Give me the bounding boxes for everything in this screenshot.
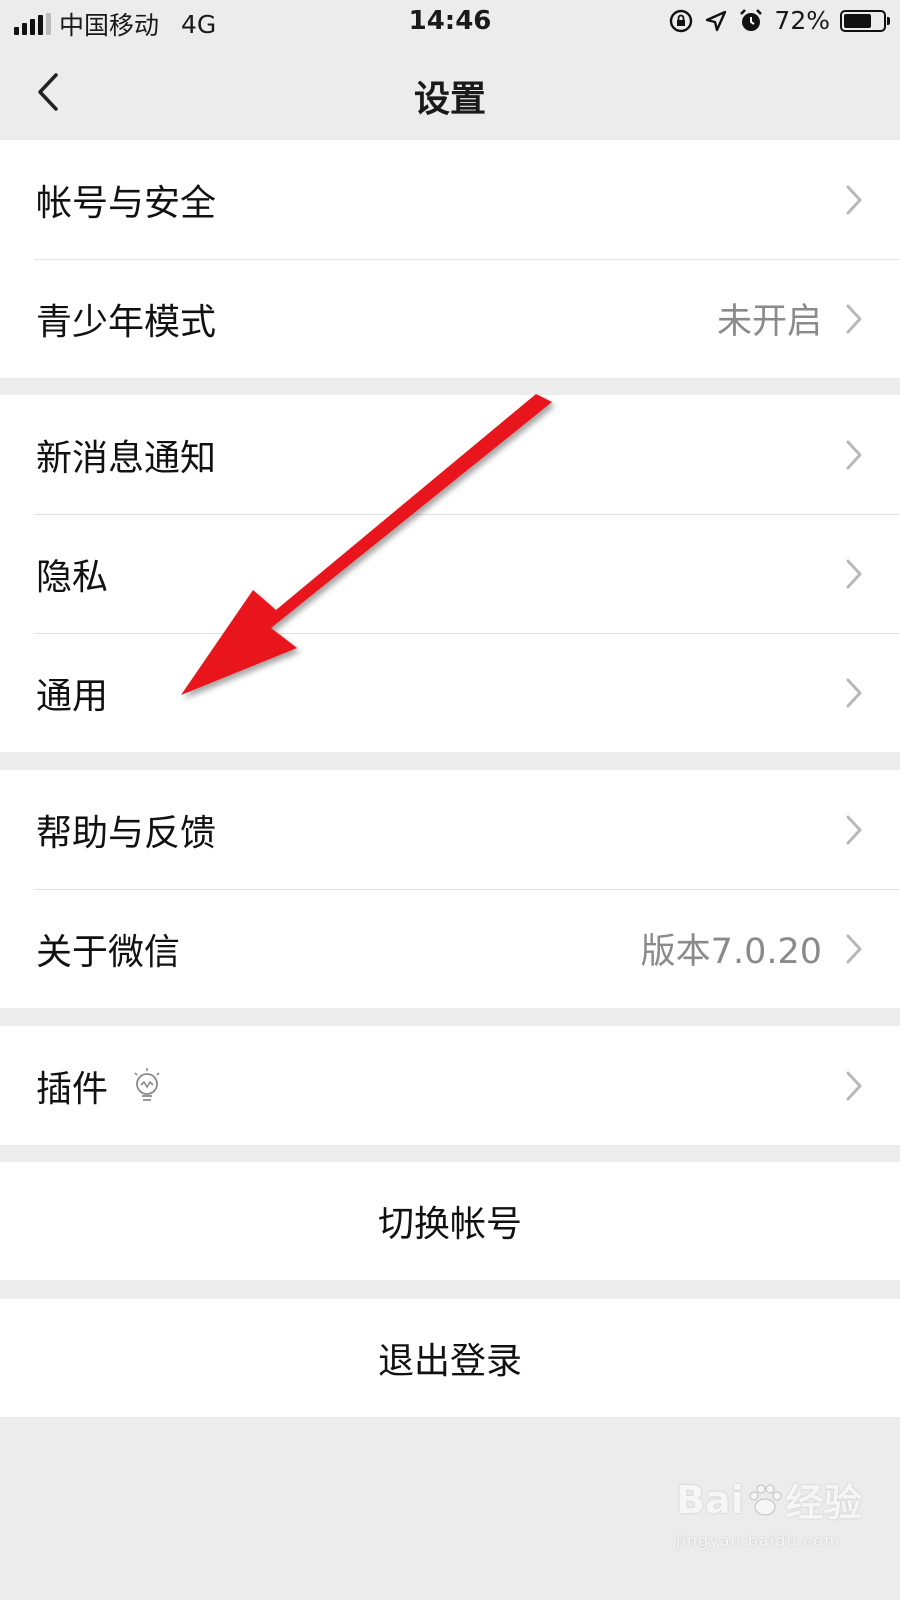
settings-item-help-feedback[interactable]: 帮助与反馈 [0,770,900,889]
settings-item-label: 青少年模式 [36,301,217,343]
settings-item-label: 通用 [36,675,109,717]
chevron-right-icon [846,304,862,334]
paw-icon [749,1484,782,1515]
chevron-right-icon [846,678,862,708]
settings-item-plugins[interactable]: 插件 [0,1026,900,1145]
alarm-icon [740,8,763,31]
settings-group-account: 帐号与安全 青少年模式 未开启 [0,140,900,378]
navigation-bar: 设置 [0,46,900,140]
settings-item-teen-mode[interactable]: 青少年模式 未开启 [0,259,900,378]
version-label: 版本7.0.20 [640,932,822,972]
teen-mode-status: 未开启 [716,302,822,342]
chevron-right-icon [846,559,862,589]
rotation-lock-icon [670,9,693,32]
settings-item-label: 插件 [36,1068,109,1110]
chevron-right-icon [846,934,862,964]
settings-group-plugins: 插件 [0,1026,900,1145]
settings-item-about-wechat[interactable]: 关于微信 版本7.0.20 [0,889,900,1008]
logout-section: 退出登录 [0,1299,900,1417]
settings-item-privacy[interactable]: 隐私 [0,514,900,633]
logout-label: 退出登录 [377,1341,522,1382]
watermark-url: jingyan.baidu.com [676,1531,841,1550]
settings-item-notifications[interactable]: 新消息通知 [0,395,900,514]
status-bar: 中国移动 4G 14:46 72% [0,0,900,46]
page-title: 设置 [413,79,486,120]
switch-account-button[interactable]: 切换帐号 [0,1162,900,1280]
settings-group-about: 帮助与反馈 关于微信 版本7.0.20 [0,770,900,1008]
settings-item-label: 新消息通知 [36,437,217,479]
baidu-jingyan-logo: Bai 经验 [676,1472,876,1527]
settings-item-label: 帮助与反馈 [36,812,217,854]
logout-button[interactable]: 退出登录 [0,1299,900,1417]
chevron-right-icon [846,1071,862,1101]
lightbulb-icon [134,1068,160,1101]
location-icon [706,10,727,31]
watermark-logo-left: Bai [676,1477,744,1522]
battery-percentage: 72% [774,6,830,35]
settings-item-account-security[interactable]: 帐号与安全 [0,140,900,259]
settings-item-label: 隐私 [36,556,109,598]
watermark: Bai 经验 jingyan.baidu.com [676,1472,876,1562]
settings-item-label: 关于微信 [36,931,181,973]
settings-group-preferences: 新消息通知 隐私 通用 [0,395,900,752]
settings-item-label: 帐号与安全 [36,182,217,224]
switch-account-section: 切换帐号 [0,1162,900,1280]
battery-icon [840,9,890,32]
chevron-right-icon [846,185,862,215]
chevron-right-icon [846,440,862,470]
switch-account-label: 切换帐号 [377,1204,522,1245]
chevron-right-icon [846,815,862,845]
watermark-logo-right: 经验 [785,1481,862,1525]
settings-item-general[interactable]: 通用 [0,633,900,752]
